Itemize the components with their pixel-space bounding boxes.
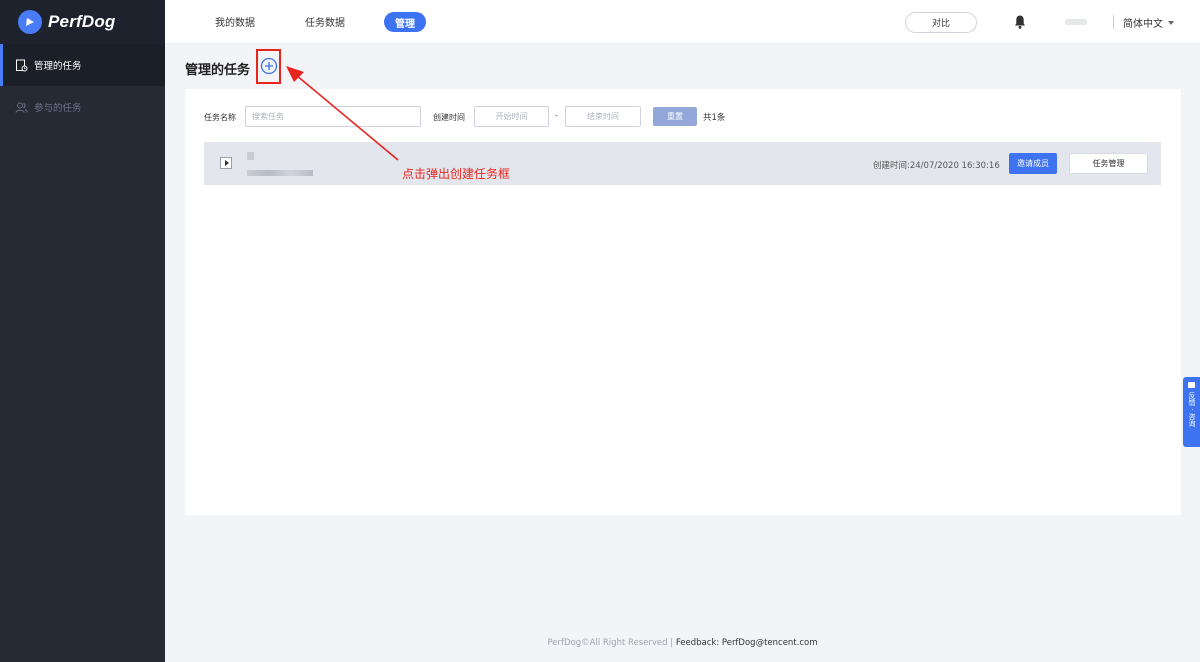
task-doc-icon (14, 58, 28, 72)
footer-copyright: PerfDog©All Right Reserved (547, 638, 668, 648)
sidebar-item-label: 参与的任务 (34, 103, 82, 114)
footer: PerfDog©All Right Reserved | Feedback: P… (165, 638, 1200, 648)
feedback-float-tab[interactable]: 反馈 · 咨询 (1183, 377, 1200, 447)
annotation-text: 点击弹出创建任务框 (402, 167, 511, 181)
sidebar-item-joined-tasks[interactable]: 参与的任务 (0, 86, 165, 128)
divider (1113, 15, 1114, 29)
created-time: 创建时间:24/07/2020 16:30:16 (873, 161, 1000, 171)
bell-icon[interactable] (1013, 14, 1027, 30)
perfdog-logo-icon (18, 10, 42, 34)
language-label: 简体中文 (1123, 19, 1163, 30)
language-select[interactable]: 简体中文 (1123, 15, 1174, 30)
users-icon (14, 100, 28, 114)
end-time-input[interactable]: 结束时间 (565, 106, 641, 127)
expand-icon[interactable] (220, 157, 232, 169)
chevron-down-icon (1168, 20, 1174, 25)
sidebar-item-managed-tasks[interactable]: 管理的任务 (0, 44, 165, 86)
chat-icon (1188, 382, 1195, 388)
top-navigation: 我的数据 任务数据 管理 对比 简体中文 (165, 0, 1200, 44)
logo-text: PerfDog (48, 12, 116, 31)
user-name-redacted[interactable] (1065, 19, 1087, 25)
total-count: 共1条 (703, 113, 726, 123)
float-tab-label: 反馈 · 咨询 (1188, 392, 1196, 427)
task-name-redacted (247, 152, 254, 160)
reset-button[interactable]: 重置 (653, 107, 697, 126)
invite-member-button[interactable]: 邀请成员 (1009, 153, 1057, 174)
footer-feedback[interactable]: Feedback: PerfDog@tencent.com (676, 638, 818, 648)
add-task-button[interactable] (260, 57, 278, 75)
annotation-arrow (286, 66, 399, 161)
tab-my-data[interactable]: 我的数据 (215, 14, 255, 29)
range-separator: - (555, 111, 559, 121)
compare-button[interactable]: 对比 (905, 12, 977, 33)
task-manage-button[interactable]: 任务管理 (1069, 153, 1148, 174)
created-time-label: 创建时间 (433, 113, 465, 122)
task-id-redacted (247, 170, 313, 176)
start-time-input[interactable]: 开始时间 (474, 106, 549, 127)
task-name-label: 任务名称 (204, 113, 236, 122)
tab-manage[interactable]: 管理 (384, 12, 426, 32)
sidebar: PerfDog 管理的任务 参与的任务 (0, 0, 165, 662)
tab-task-data[interactable]: 任务数据 (305, 14, 345, 29)
logo[interactable]: PerfDog (0, 0, 165, 44)
footer-separator: | (667, 638, 676, 648)
sidebar-item-label: 管理的任务 (34, 61, 82, 72)
page-title: 管理的任务 (185, 63, 251, 78)
